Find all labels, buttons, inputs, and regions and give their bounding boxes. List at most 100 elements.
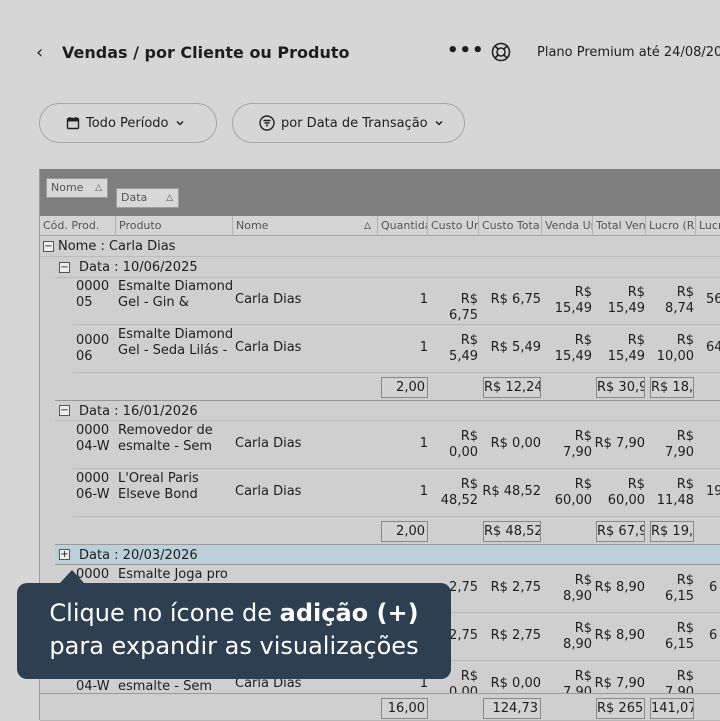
cod-line: 05	[76, 295, 93, 310]
period-filter-button[interactable]: Todo Período	[39, 103, 217, 143]
value-line: 8,90	[563, 637, 592, 652]
cod-line: 06-W	[76, 487, 110, 502]
collapse-icon[interactable]: −	[43, 241, 54, 252]
cod-cell: 0000 04-W	[76, 423, 110, 471]
cod-cell: 0000 05	[76, 279, 109, 327]
sum-qty: 2,00	[381, 521, 428, 542]
col-header[interactable]: Lucr	[696, 216, 720, 236]
group-row-date[interactable]: − Data : 10/06/2025	[55, 257, 720, 278]
value-line: R$	[460, 477, 478, 492]
value-line: R$	[574, 333, 592, 348]
tooltip-text: para expandir as visualizações	[49, 632, 419, 660]
value-line: R$	[574, 669, 592, 684]
hint-tooltip: Clique no ícone de adição (+) para expan…	[17, 570, 451, 679]
value-line: 11,48	[656, 493, 694, 508]
col-header[interactable]: Nome	[233, 216, 378, 236]
support-lifebuoy-icon[interactable]	[490, 41, 512, 63]
sum-total-sale: R$ 67,90	[596, 521, 645, 542]
table-row[interactable]: 0000 06 Esmalte Diamond Gel - Seda Lilás -…	[73, 325, 720, 373]
col-header[interactable]: Venda Ur	[542, 216, 593, 236]
total-cost: 124,73	[483, 698, 541, 719]
sum-total-cost: R$ 48,52	[483, 521, 541, 542]
value-line: R$	[627, 333, 645, 348]
more-options-icon[interactable]: •••	[447, 40, 485, 61]
product-line: Esmalte Diamond	[118, 279, 234, 294]
group-label: Data : 16/01/2026	[79, 404, 198, 419]
value-line: 8,90	[563, 589, 592, 604]
period-filter-label: Todo Período	[86, 115, 169, 131]
cod-line: 0000	[76, 279, 110, 294]
profit-cell: R$ 7,90	[646, 669, 694, 693]
table-row[interactable]: 0000 06-W L'Oreal Paris Elseve Bond Carla …	[73, 469, 720, 517]
value-line: 6,15	[665, 637, 694, 652]
product-line: Esmalte Diamond	[118, 327, 234, 342]
cod-line: 0000	[76, 333, 110, 348]
value-line: R$	[574, 285, 592, 300]
cod-cell: 0000 06-W	[76, 471, 110, 519]
group-chip-label: Data	[121, 191, 148, 204]
value-line: R$	[460, 333, 478, 348]
value-line: R$	[574, 477, 592, 492]
value-line: 15,49	[554, 301, 592, 316]
value-line: 8,74	[665, 301, 694, 316]
group-by-panel[interactable]: Nome △ Data △	[40, 169, 720, 216]
table-row[interactable]: 0000 05 Esmalte Diamond Gel - Gin & Carla …	[73, 277, 720, 325]
sum-total-sale: R$ 30,98	[596, 377, 645, 398]
col-header[interactable]: Custo Tota	[479, 216, 542, 236]
sort-asc-icon: △	[166, 193, 173, 203]
group-label: Data : 10/06/2025	[79, 260, 198, 275]
sort-asc-icon: △	[95, 183, 102, 193]
value-line: R$	[676, 573, 694, 588]
group-chip-label: Nome	[51, 181, 84, 194]
value-line: R$	[460, 669, 478, 684]
value-line: 6,15	[665, 589, 694, 604]
value-line: 7,90	[563, 445, 592, 460]
value-line: 48,52	[440, 493, 478, 508]
date-mode-filter-button[interactable]: por Data de Transação	[232, 103, 465, 143]
cod-line: 06	[76, 349, 93, 364]
sum-qty: 2,00	[381, 377, 428, 398]
group-row-date[interactable]: − Data : 16/01/2026	[55, 400, 720, 421]
col-header[interactable]: Cód. Prod.	[40, 216, 116, 236]
col-header[interactable]: Quantida	[378, 216, 428, 236]
value-line: R$	[574, 573, 592, 588]
value-line: 0,00	[449, 445, 478, 460]
cod-line: 0000	[76, 471, 110, 486]
date-mode-filter-label: por Data de Transação	[281, 115, 428, 131]
col-header[interactable]: Produto	[116, 216, 233, 236]
value-line: 15,49	[607, 349, 645, 364]
group-chip-nome[interactable]: Nome △	[46, 178, 108, 198]
back-icon[interactable]: ‹	[36, 41, 56, 65]
sum-profit: R$ 19,38	[650, 521, 694, 542]
value-line: 60,00	[554, 493, 592, 508]
product-line: Gel - Gin &	[118, 295, 189, 310]
group-row-client[interactable]: − Nome : Carla Dias	[40, 236, 720, 257]
table-row[interactable]: 0000 04-W Removedor de esmalte - Sem Carla…	[73, 421, 720, 469]
col-header[interactable]: Custo Ur	[428, 216, 479, 236]
total-cost-cell: R$ 0,00	[490, 676, 541, 691]
group-summary-row: 2,00 R$ 12,24 R$ 30,98 R$ 18,74	[73, 373, 720, 401]
calendar-icon	[66, 117, 80, 130]
cod-cell: 04-W	[76, 679, 110, 694]
product-line: L'Oreal Paris	[118, 471, 199, 486]
group-row-date-selected[interactable]: + Data : 20/03/2026	[55, 544, 720, 565]
value-line: R$	[676, 477, 694, 492]
chevron-down-icon	[435, 120, 443, 126]
product-line: Gel - Seda Lilás -	[118, 343, 228, 358]
tooltip-highlight: adição (+)	[279, 599, 419, 627]
group-chip-data[interactable]: Data △	[116, 188, 179, 208]
group-label: Nome : Carla Dias	[58, 239, 176, 254]
value-line: 60,00	[607, 493, 645, 508]
group-summary-row: 2,00 R$ 48,52 R$ 67,90 R$ 19,38	[73, 517, 720, 545]
collapse-icon[interactable]: −	[59, 405, 70, 416]
value-line: 10,00	[656, 349, 694, 364]
total-sale: R$ 265,00	[596, 698, 645, 719]
value-line: R$	[460, 429, 478, 444]
collapse-icon[interactable]: −	[59, 262, 70, 273]
cod-line: 04-W	[76, 439, 110, 454]
col-header[interactable]: Lucro (R	[646, 216, 696, 236]
expand-plus-icon[interactable]: +	[59, 549, 70, 560]
col-header[interactable]: Total Ven	[593, 216, 646, 236]
page-title: Vendas / por Cliente ou Produto	[62, 43, 350, 62]
value-line: 15,49	[554, 349, 592, 364]
